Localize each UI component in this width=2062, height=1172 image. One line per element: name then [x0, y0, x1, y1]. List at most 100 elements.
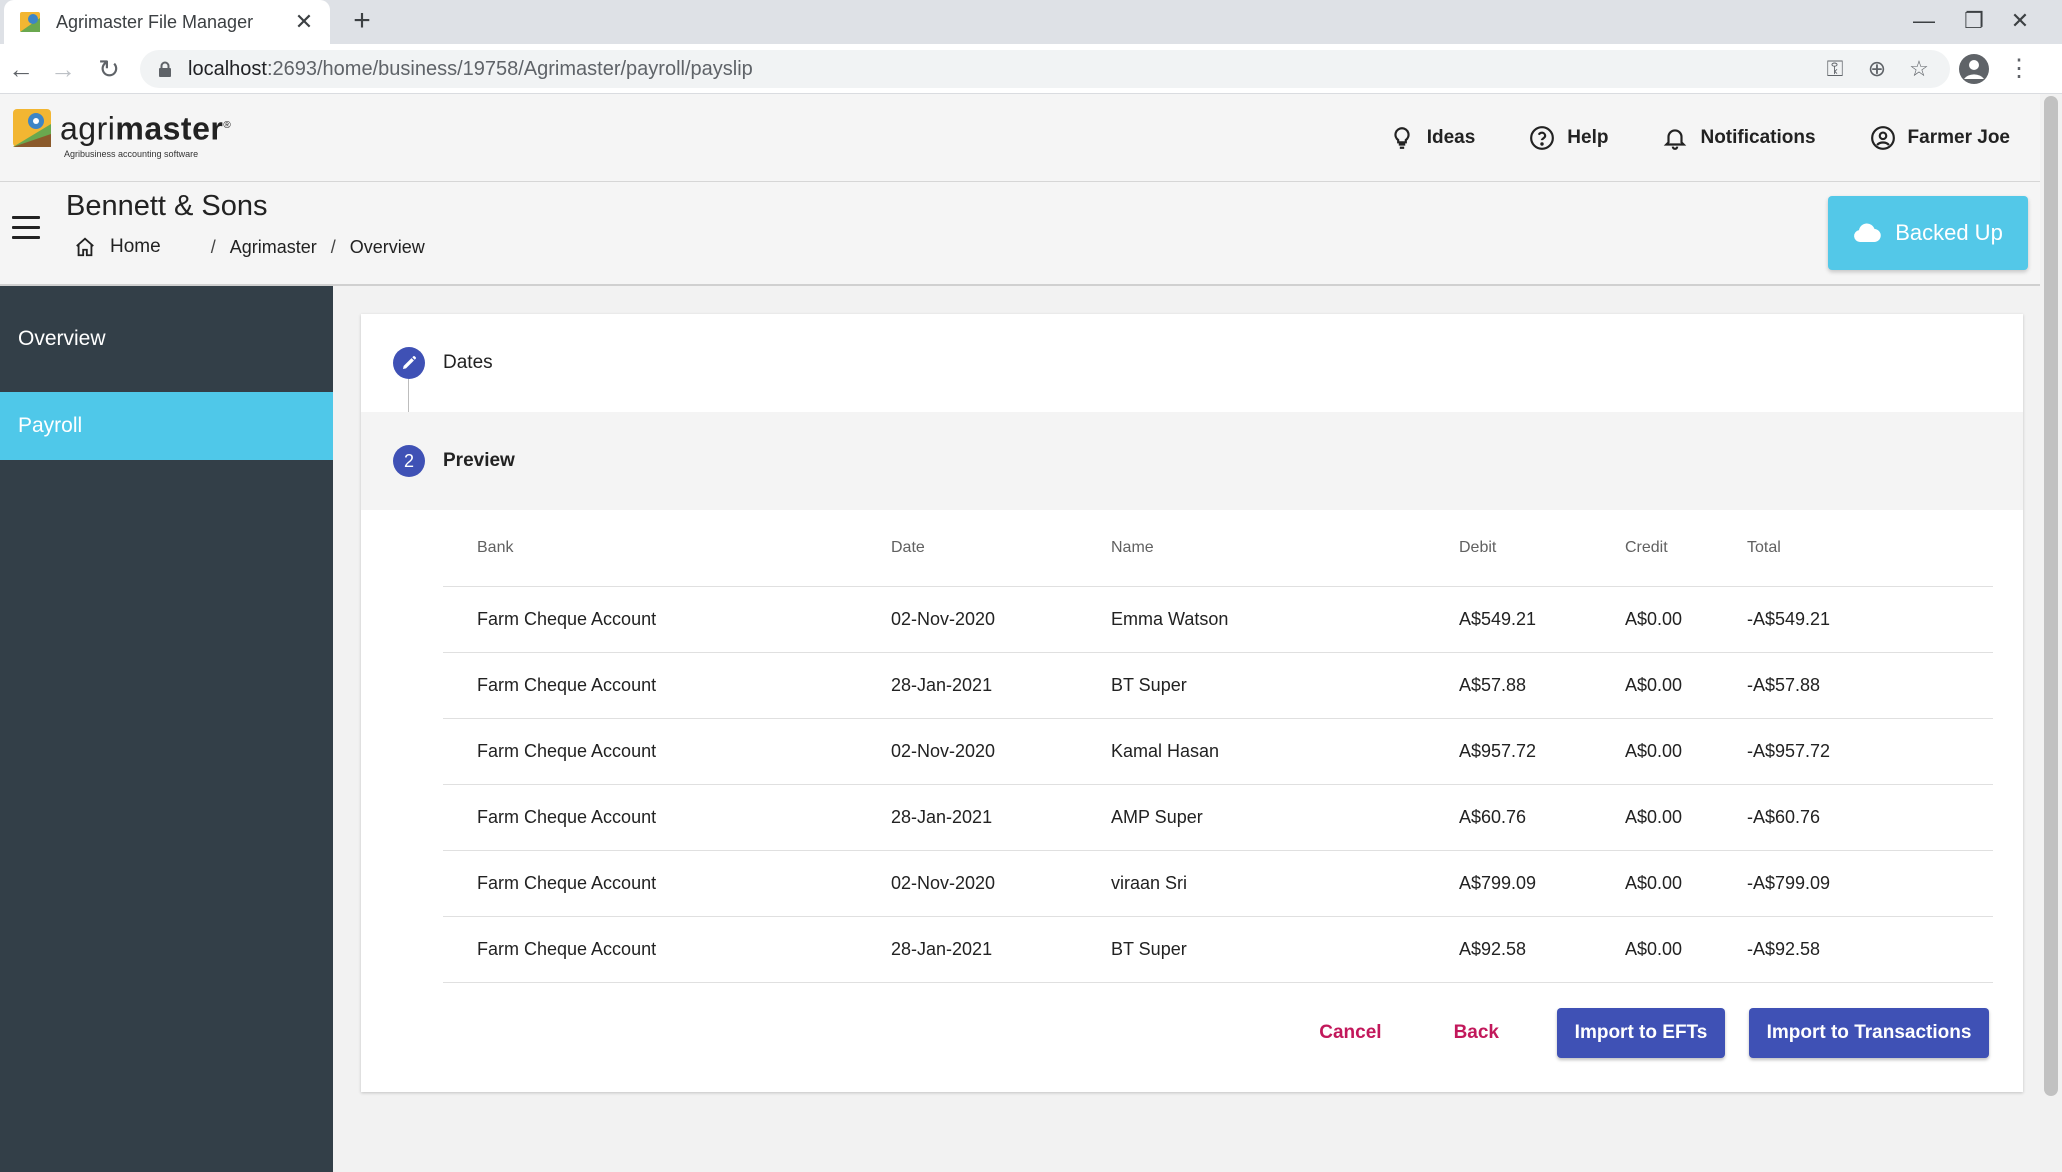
agrimaster-logo[interactable]: agrimaster® Agribusiness accounting soft… — [12, 108, 231, 159]
logo-wordmark: agrimaster® — [60, 108, 231, 147]
home-icon[interactable] — [74, 236, 96, 258]
forward-arrow-icon[interactable]: → — [46, 52, 80, 86]
restore-icon[interactable]: ❐ — [1954, 4, 1994, 38]
table-row[interactable]: Farm Cheque Account 28-Jan-2021 AMP Supe… — [443, 784, 1993, 851]
column-header-total[interactable]: Total — [1747, 510, 1993, 587]
cell-name: BT Super — [1111, 652, 1459, 719]
lock-icon — [159, 61, 171, 77]
cell-debit: A$549.21 — [1459, 586, 1625, 653]
tab-close-icon[interactable]: ✕ — [292, 9, 316, 35]
sidebar-item-payroll[interactable]: Payroll — [0, 392, 333, 460]
import-to-efts-button[interactable]: Import to EFTs — [1557, 1008, 1725, 1058]
action-bar: Cancel Back Import to EFTs Import to Tra… — [1305, 1008, 1989, 1058]
nav-help[interactable]: Help — [1529, 125, 1608, 151]
table-row[interactable]: Farm Cheque Account 02-Nov-2020 Kamal Ha… — [443, 718, 1993, 785]
hamburger-menu-icon[interactable] — [12, 216, 40, 240]
reload-icon[interactable]: ↻ — [92, 52, 126, 86]
cell-name: viraan Sri — [1111, 850, 1459, 917]
cell-name: Kamal Hasan — [1111, 718, 1459, 785]
cell-credit: A$0.00 — [1625, 850, 1747, 917]
cell-date: 02-Nov-2020 — [891, 586, 1111, 653]
agrimaster-favicon-icon — [20, 12, 40, 32]
breadcrumb-separator: / — [210, 236, 216, 257]
browser-tabstrip: Agrimaster File Manager ✕ + — ❐ ✕ — [0, 0, 2062, 44]
minimize-icon[interactable]: — — [1904, 4, 1944, 38]
cell-debit: A$60.76 — [1459, 784, 1625, 851]
add-circle-icon[interactable]: ⊕ — [1862, 56, 1892, 82]
nav-ideas[interactable]: Ideas — [1389, 125, 1476, 151]
table-row[interactable]: Farm Cheque Account 02-Nov-2020 viraan S… — [443, 850, 1993, 917]
cell-date: 28-Jan-2021 — [891, 784, 1111, 851]
cell-total: -A$60.76 — [1747, 784, 1993, 851]
help-circle-icon — [1530, 126, 1555, 150]
backed-up-button[interactable]: Backed Up — [1828, 196, 2028, 270]
table-row[interactable]: Farm Cheque Account 28-Jan-2021 BT Super… — [443, 916, 1993, 983]
app-header: agrimaster® Agribusiness accounting soft… — [0, 94, 2040, 182]
logo-registered: ® — [223, 120, 232, 131]
address-bar[interactable]: localhost:2693/home/business/19758/Agrim… — [140, 50, 1950, 88]
cell-bank: Farm Cheque Account — [443, 718, 891, 785]
url-path: :2693/home/business/19758/Agrimaster/pay… — [266, 57, 753, 80]
logo-tagline: Agribusiness accounting software — [64, 148, 199, 159]
breadcrumb: Home / Agrimaster / Overview — [74, 236, 425, 258]
browser-menu-icon[interactable]: ⋮ — [2006, 52, 2032, 86]
breadcrumb-home[interactable]: Home — [110, 236, 161, 258]
column-header-name[interactable]: Name — [1111, 510, 1459, 587]
cloud-icon — [1854, 223, 1881, 243]
sidebar-item-overview[interactable]: Overview — [0, 286, 333, 392]
step-dates[interactable]: Dates — [361, 314, 2023, 412]
key-icon[interactable]: ⚿ — [1820, 56, 1850, 82]
pencil-icon — [403, 356, 416, 369]
cell-date: 28-Jan-2021 — [891, 652, 1111, 719]
cell-total: -A$799.09 — [1747, 850, 1993, 917]
table-header-row: Bank Date Name Debit Credit Total — [443, 510, 1993, 587]
cell-credit: A$0.00 — [1625, 652, 1747, 719]
step-number-circle: 2 — [393, 445, 425, 477]
nav-notifications[interactable]: Notifications — [1662, 125, 1816, 151]
cell-date: 02-Nov-2020 — [891, 850, 1111, 917]
page-title: Bennett & Sons — [66, 190, 268, 222]
step-preview-label: Preview — [443, 450, 515, 471]
table-row[interactable]: Farm Cheque Account 02-Nov-2020 Emma Wat… — [443, 586, 1993, 653]
cell-total: -A$92.58 — [1747, 916, 1993, 983]
nav-ideas-label: Ideas — [1426, 127, 1476, 148]
breadcrumb-separator: / — [330, 236, 336, 257]
agrimaster-logo-icon — [13, 109, 51, 147]
column-header-credit[interactable]: Credit — [1625, 510, 1747, 587]
nav-help-label: Help — [1567, 127, 1609, 148]
new-tab-icon[interactable]: + — [346, 6, 378, 38]
column-header-debit[interactable]: Debit — [1459, 510, 1625, 587]
nav-user-label: Farmer Joe — [1907, 127, 2010, 148]
browser-toolbar: ← → ↻ localhost:2693/home/business/19758… — [0, 44, 2062, 94]
url-host: localhost — [188, 57, 267, 80]
scrollbar-thumb[interactable] — [2044, 96, 2058, 1096]
user-account-icon — [1870, 126, 1895, 150]
cell-bank: Farm Cheque Account — [443, 652, 891, 719]
cell-bank: Farm Cheque Account — [443, 916, 891, 983]
import-to-transactions-button[interactable]: Import to Transactions — [1749, 1008, 1989, 1058]
cancel-button[interactable]: Cancel — [1305, 1010, 1395, 1056]
breadcrumb-overview[interactable]: Overview — [350, 237, 425, 258]
browser-tab[interactable]: Agrimaster File Manager ✕ — [4, 0, 330, 44]
back-button[interactable]: Back — [1440, 1010, 1513, 1056]
cell-total: -A$549.21 — [1747, 586, 1993, 653]
payslip-stepper-card: Dates 2 Preview Bank Date Name Debit Cre… — [361, 314, 2023, 1092]
back-arrow-icon[interactable]: ← — [4, 52, 38, 86]
cell-total: -A$57.88 — [1747, 652, 1993, 719]
bookmark-star-icon[interactable]: ☆ — [1904, 56, 1934, 82]
breadcrumb-agrimaster[interactable]: Agrimaster — [230, 237, 317, 258]
profile-avatar-icon[interactable] — [1958, 53, 1990, 85]
cell-bank: Farm Cheque Account — [443, 850, 891, 917]
window-close-icon[interactable]: ✕ — [2000, 4, 2040, 38]
step-preview[interactable]: 2 Preview — [361, 412, 2023, 510]
nav-user[interactable]: Farmer Joe — [1870, 125, 2010, 151]
page-scrollbar[interactable] — [2040, 94, 2062, 1172]
cell-debit: A$92.58 — [1459, 916, 1625, 983]
table-row[interactable]: Farm Cheque Account 28-Jan-2021 BT Super… — [443, 652, 1993, 719]
cell-name: BT Super — [1111, 916, 1459, 983]
cell-name: Emma Watson — [1111, 586, 1459, 653]
column-header-bank[interactable]: Bank — [443, 510, 891, 587]
cell-credit: A$0.00 — [1625, 784, 1747, 851]
column-header-date[interactable]: Date — [891, 510, 1111, 587]
sidebar: Overview Payroll — [0, 286, 333, 1172]
